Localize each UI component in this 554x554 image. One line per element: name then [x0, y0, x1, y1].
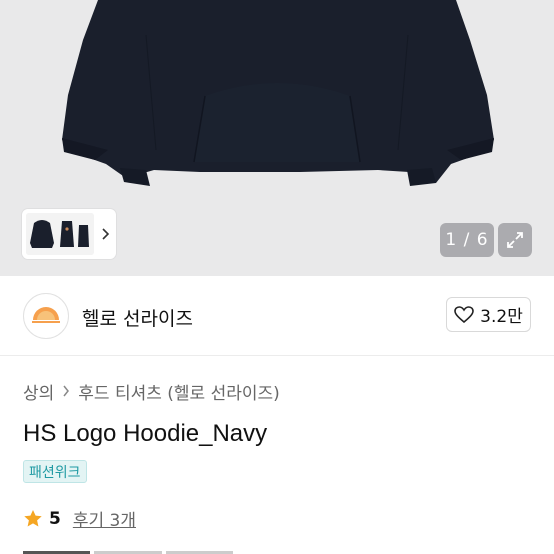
rating-score: 5	[49, 508, 61, 529]
thumbnail-strip[interactable]	[22, 209, 116, 259]
star-icon	[24, 510, 42, 527]
seller-name[interactable]: 헬로 선라이즈	[82, 304, 193, 331]
like-button[interactable]: 3.2만	[446, 297, 531, 332]
seller-row: 헬로 선라이즈 3.2만	[0, 276, 554, 356]
breadcrumb-item-subcategory[interactable]: 후드 티셔츠 (헬로 선라이즈)	[78, 379, 280, 404]
chevron-right-icon[interactable]	[94, 213, 116, 255]
event-badge: 패션위크	[23, 460, 87, 483]
image-counter: 1 / 6	[440, 223, 494, 257]
chevron-right-icon	[62, 383, 70, 401]
product-title: HS Logo Hoodie_Navy	[23, 420, 268, 447]
seller-logo[interactable]	[23, 293, 69, 339]
hoodie-thumbnail[interactable]	[26, 213, 94, 255]
rating-row: 5 후기 3개	[23, 506, 136, 531]
breadcrumb-item-category[interactable]: 상의	[23, 379, 54, 404]
expand-icon[interactable]	[498, 223, 532, 257]
product-image-gallery[interactable]: 1 / 6	[0, 0, 554, 276]
heart-icon	[454, 305, 474, 323]
like-count: 3.2만	[480, 307, 523, 327]
review-count-link[interactable]: 후기 3개	[73, 506, 136, 531]
breadcrumb: 상의 후드 티셔츠 (헬로 선라이즈)	[23, 379, 280, 404]
